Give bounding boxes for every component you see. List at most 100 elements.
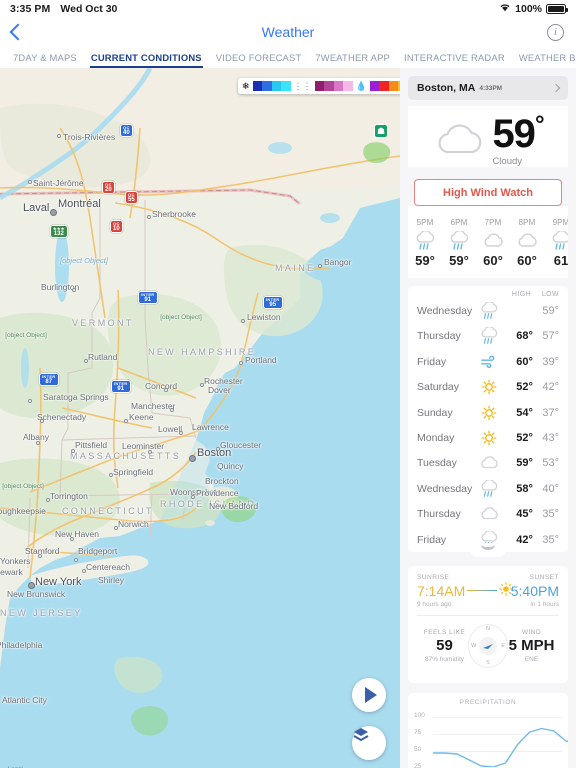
tab-7day-maps[interactable]: 7DAY & MAPS	[6, 46, 84, 68]
cloud-icon	[473, 505, 505, 523]
nav-bar: Weather i	[0, 18, 576, 46]
table-row[interactable]: Thursday 45° 35°	[408, 501, 568, 526]
map-city-dot-boston	[189, 455, 196, 462]
map-city-dot	[191, 495, 195, 499]
sun-icon	[473, 429, 505, 447]
tab-video-forecast[interactable]: VIDEO FORECAST	[209, 46, 309, 68]
info-circle-icon[interactable]: i	[547, 23, 564, 41]
hour-temp: 60°	[483, 253, 503, 269]
forecast-day: Thursday	[417, 508, 461, 521]
hour-label: 5PM	[416, 218, 434, 228]
map-canvas	[0, 68, 400, 768]
hour-label: 7PM	[484, 218, 502, 228]
forecast-day: Friday	[417, 533, 447, 546]
map-city-dot	[28, 180, 32, 184]
feels-like-label: FEELS LIKE	[423, 629, 466, 637]
play-icon	[364, 687, 377, 703]
map-city-dot	[84, 359, 88, 363]
y-tick-label: 75	[414, 729, 422, 737]
table-row[interactable]: Thursday 68° 57°	[408, 324, 568, 349]
compass-needle-icon	[479, 637, 497, 656]
forecast-header: HIGH LOW	[408, 288, 568, 298]
table-row[interactable]: Monday 52° 43°	[408, 425, 568, 450]
table-row[interactable]: Wednesday 58° 40°	[408, 476, 568, 501]
feels-like-value: 59	[436, 637, 453, 655]
table-row[interactable]: Sunday 54° 37°	[408, 400, 568, 425]
hourly-forecast[interactable]: 5PM 59° 6PM 59° 7PM 60° 8PM 60° 9PM 61	[408, 206, 568, 279]
forecast-high: 45°	[516, 508, 533, 521]
y-tick-label: 25	[414, 763, 422, 768]
battery-percent: 100%	[515, 3, 542, 15]
forecast-day: Tuesday	[417, 457, 457, 470]
play-button[interactable]	[352, 678, 386, 712]
wind-direction: ENE	[524, 656, 539, 664]
rain-icon	[408, 230, 442, 252]
layers-button[interactable]	[352, 726, 386, 760]
forecast-day: Sunday	[417, 406, 453, 419]
sunset-label: SUNSET	[529, 574, 559, 582]
current-conditions: 59° Cloudy	[408, 106, 568, 168]
forecast-high: 68°	[516, 330, 533, 343]
tab-7weather-app[interactable]: 7WEATHER APP	[308, 46, 397, 68]
hourly-item: 9PM 61	[544, 218, 568, 268]
map-marker-icon[interactable]: ☗	[374, 124, 388, 138]
cloud-icon	[510, 230, 544, 252]
location-name: Boston, MA	[417, 82, 476, 94]
map-city-dot	[74, 558, 78, 562]
table-row[interactable]: Friday 60° 39°	[408, 349, 568, 374]
map-city-dot	[40, 419, 44, 423]
sunrise-label: SUNRISE	[417, 574, 450, 582]
main-content: ❄ ⋮⋮ 💧 ☗ MAINE VERMONT NEW HAMPSHIRE MAS…	[0, 68, 576, 768]
rain-icon	[442, 230, 476, 252]
highway-shield: INTER 95	[263, 296, 283, 310]
highway-shield: ★★★ 132	[50, 225, 68, 239]
forecast-low: 35°	[542, 533, 559, 546]
location-selector[interactable]: Boston, MA 4:33PM	[408, 76, 568, 100]
rain-icon	[473, 327, 505, 345]
radar-map[interactable]: ❄ ⋮⋮ 💧 ☗ MAINE VERMONT NEW HAMPSHIRE MAS…	[0, 68, 400, 768]
hour-temp: 60°	[517, 253, 537, 269]
map-city-dot	[36, 441, 40, 445]
map-city-dot	[28, 582, 35, 589]
highway-shield: INTER 91	[111, 380, 131, 394]
status-date: Wed Oct 30	[60, 3, 118, 15]
hourly-item: 6PM 59°	[442, 218, 476, 268]
table-row[interactable]: Tuesday 59° 53°	[408, 451, 568, 476]
table-row[interactable]: Saturday 52° 42°	[408, 375, 568, 400]
map-city-dot	[241, 319, 245, 323]
table-row[interactable]: Wednesday 59°	[408, 298, 568, 323]
forecast-low: 42°	[542, 381, 559, 394]
rain-color-scale	[369, 81, 400, 91]
forecast-day: Saturday	[417, 381, 460, 394]
map-city-dot	[170, 408, 174, 412]
status-time: 3:35 PM	[10, 3, 51, 15]
forecast-high-header: HIGH	[511, 291, 531, 299]
precipitation-series	[433, 728, 568, 768]
map-city-dot	[200, 383, 204, 387]
rain-icon	[473, 479, 505, 498]
status-bar: 3:35 PM Wed Oct 30 100%	[0, 0, 576, 18]
precipitation-chart: 100 75 50 25	[414, 709, 568, 768]
expand-handle[interactable]	[470, 543, 506, 558]
sunset-time: 5:40PM	[510, 582, 559, 599]
forecast-high: 58°	[516, 482, 533, 495]
map-city-dot	[318, 264, 322, 268]
daily-forecast[interactable]: HIGH LOW Wednesday 59° Thursday 68° 57° …	[408, 286, 568, 558]
sun-icon	[473, 404, 505, 422]
weather-alert-button[interactable]: High Wind Watch	[414, 179, 562, 207]
wifi-icon	[499, 3, 511, 15]
cloud-icon	[476, 230, 510, 252]
raindrop-icon: 💧	[355, 80, 367, 91]
rain-icon	[473, 302, 505, 320]
tab-current-conditions[interactable]: CURRENT CONDITIONS	[84, 46, 209, 68]
map-city-dot	[124, 419, 128, 423]
forecast-day: Monday	[417, 431, 455, 444]
tab-interactive-radar[interactable]: INTERACTIVE RADAR	[397, 46, 512, 68]
cloud-icon	[432, 124, 486, 158]
forecast-high: 52°	[516, 431, 533, 444]
forecast-low: 53°	[542, 457, 559, 470]
forecast-high: 59°	[516, 457, 533, 470]
sun-times-card: SUNRISE SUNSET 7:14AM 5:40PM 9 hours ago…	[408, 566, 568, 684]
tab-weather-blog[interactable]: WEATHER BLOG	[512, 46, 576, 68]
map-city-dot	[109, 473, 113, 477]
